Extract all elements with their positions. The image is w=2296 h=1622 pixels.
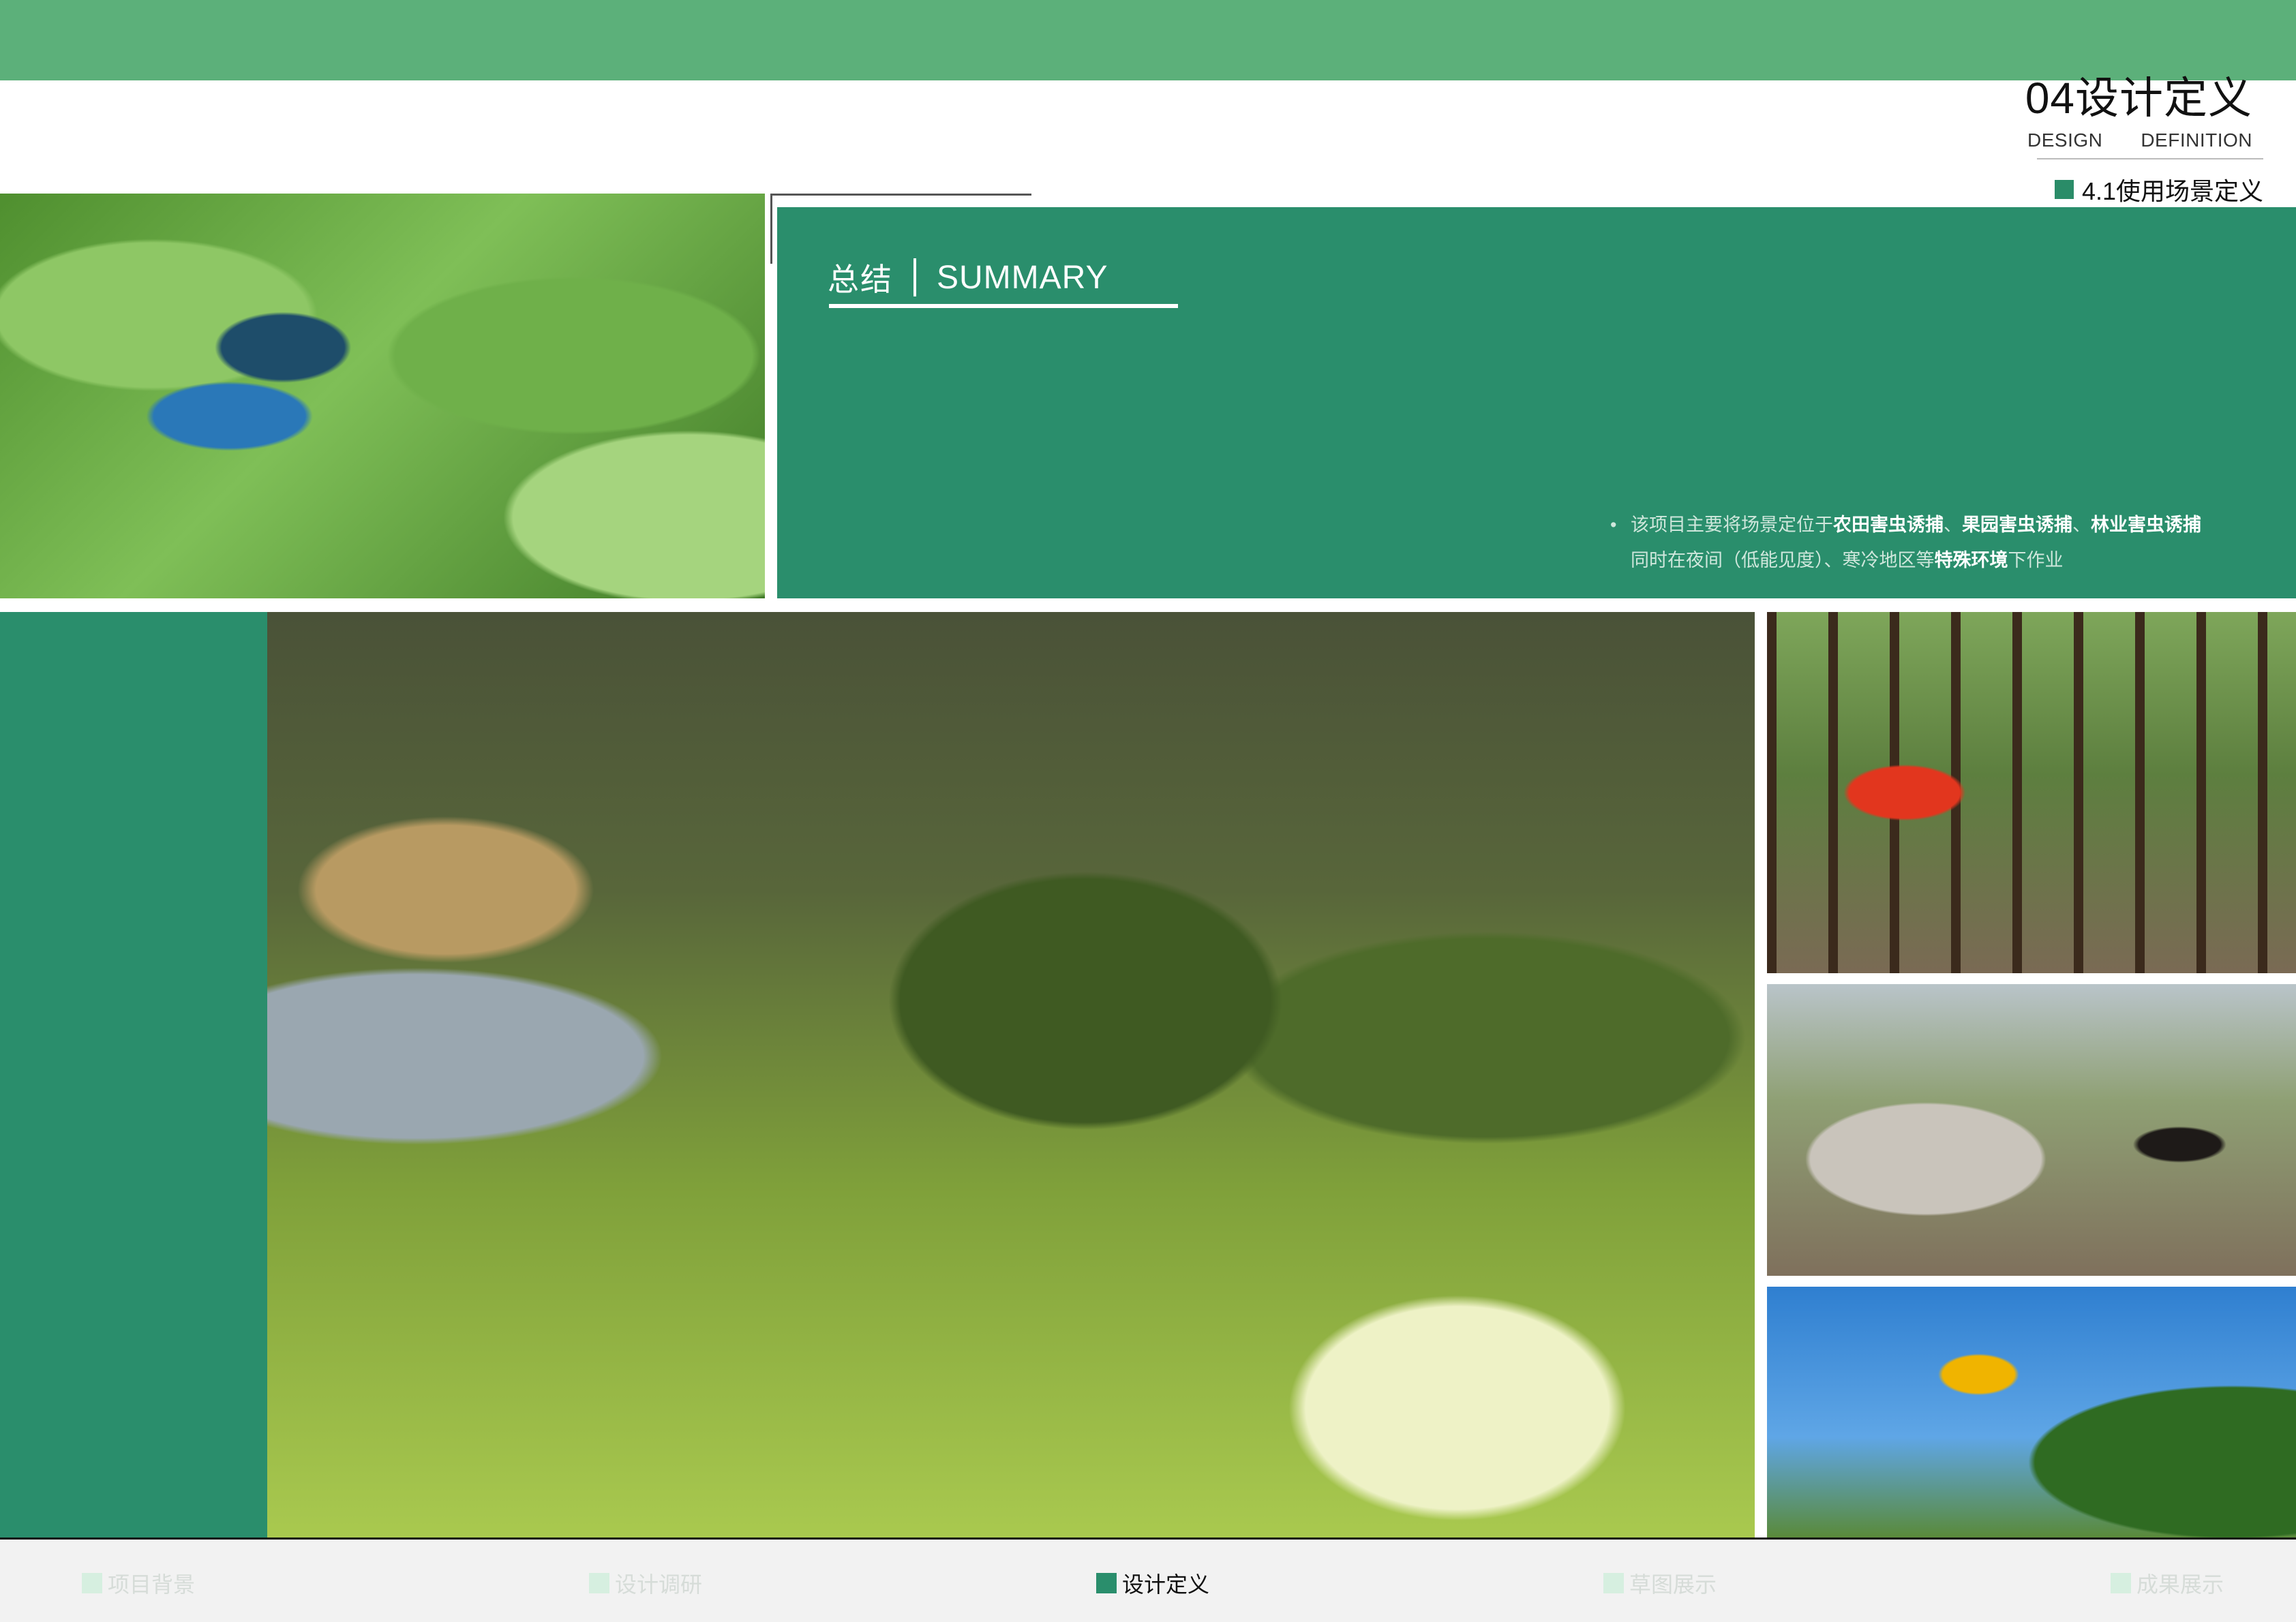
nav-label: 成果展示 <box>2136 1572 2224 1597</box>
left-green-strip <box>0 612 267 1537</box>
summary-line1-prefix: 该项目主要将场景定位于 <box>1631 515 1833 535</box>
nav-square-icon <box>2111 1573 2131 1593</box>
term-special-environment: 特殊环境 <box>1934 550 2008 570</box>
summary-heading: 总结 SUMMARY <box>828 255 1108 300</box>
summary-underline <box>829 304 1178 308</box>
top-color-band <box>0 0 2296 80</box>
nav-label: 草图展示 <box>1629 1572 1717 1597</box>
summary-line2-suffix: 下作业 <box>2008 550 2064 570</box>
nav-label: 设计定义 <box>1122 1572 1210 1597</box>
subsection-title: 4.1使用场景定义 <box>2054 172 2263 207</box>
section-subtitle-en: DESIGN DEFINITION <box>2027 129 2252 151</box>
summary-line2-prefix: 同时在夜间（低能见度）、寒冷地区等 <box>1631 550 1935 570</box>
summary-title-separator <box>913 258 916 296</box>
nav-square-icon <box>1096 1573 1117 1593</box>
nav-label: 设计调研 <box>615 1572 703 1597</box>
section-title: 04设计定义 <box>2025 74 2252 123</box>
nav-item-definition[interactable]: 设计定义 <box>1096 1567 1209 1599</box>
summary-sep-2: 、 <box>2072 515 2091 535</box>
greenhouse-sprayer-photo <box>0 194 765 598</box>
summary-text: • 该项目主要将场景定位于农田害虫诱捕、果园害虫诱捕、林业害虫诱捕 同时在夜间（低… <box>1610 507 2201 578</box>
summary-line-1: • 该项目主要将场景定位于农田害虫诱捕、果园害虫诱捕、林业害虫诱捕 <box>1610 507 2201 542</box>
nav-item-background[interactable]: 项目背景 <box>82 1567 195 1599</box>
orchard-spraying-photo <box>1767 984 2296 1276</box>
subtitle-design: DESIGN <box>2027 129 2103 151</box>
nav-square-icon <box>82 1573 102 1593</box>
subsection-label: 4.1使用场景定义 <box>2081 177 2263 205</box>
nav-item-sketches[interactable]: 草图展示 <box>1603 1567 1717 1599</box>
summary-title-cn: 总结 <box>828 262 893 297</box>
summary-line-2: 同时在夜间（低能见度）、寒冷地区等特殊环境下作业 <box>1610 542 2201 578</box>
forest-worker-photo <box>1767 612 2296 973</box>
nav-square-icon <box>589 1573 609 1593</box>
field-spraying-photo <box>267 612 1755 1537</box>
term-farmland-trapping: 农田害虫诱捕 <box>1833 515 1944 535</box>
term-orchard-trapping: 果园害虫诱捕 <box>1962 515 2072 535</box>
nav-item-research[interactable]: 设计调研 <box>589 1567 702 1599</box>
title-divider <box>2037 158 2263 159</box>
summary-sep-1: 、 <box>1944 515 1962 535</box>
nav-square-icon <box>1603 1573 1624 1593</box>
term-forestry-trapping: 林业害虫诱捕 <box>2091 515 2201 535</box>
subtitle-definition: DEFINITION <box>2141 129 2252 151</box>
nav-item-results[interactable]: 成果展示 <box>2111 1567 2224 1599</box>
insect-trap-lamp-photo <box>1767 1287 2296 1537</box>
subsection-square-icon <box>2054 180 2074 199</box>
bullet-icon: • <box>1610 515 1617 535</box>
summary-title-en: SUMMARY <box>937 259 1108 296</box>
nav-label: 项目背景 <box>108 1572 196 1597</box>
